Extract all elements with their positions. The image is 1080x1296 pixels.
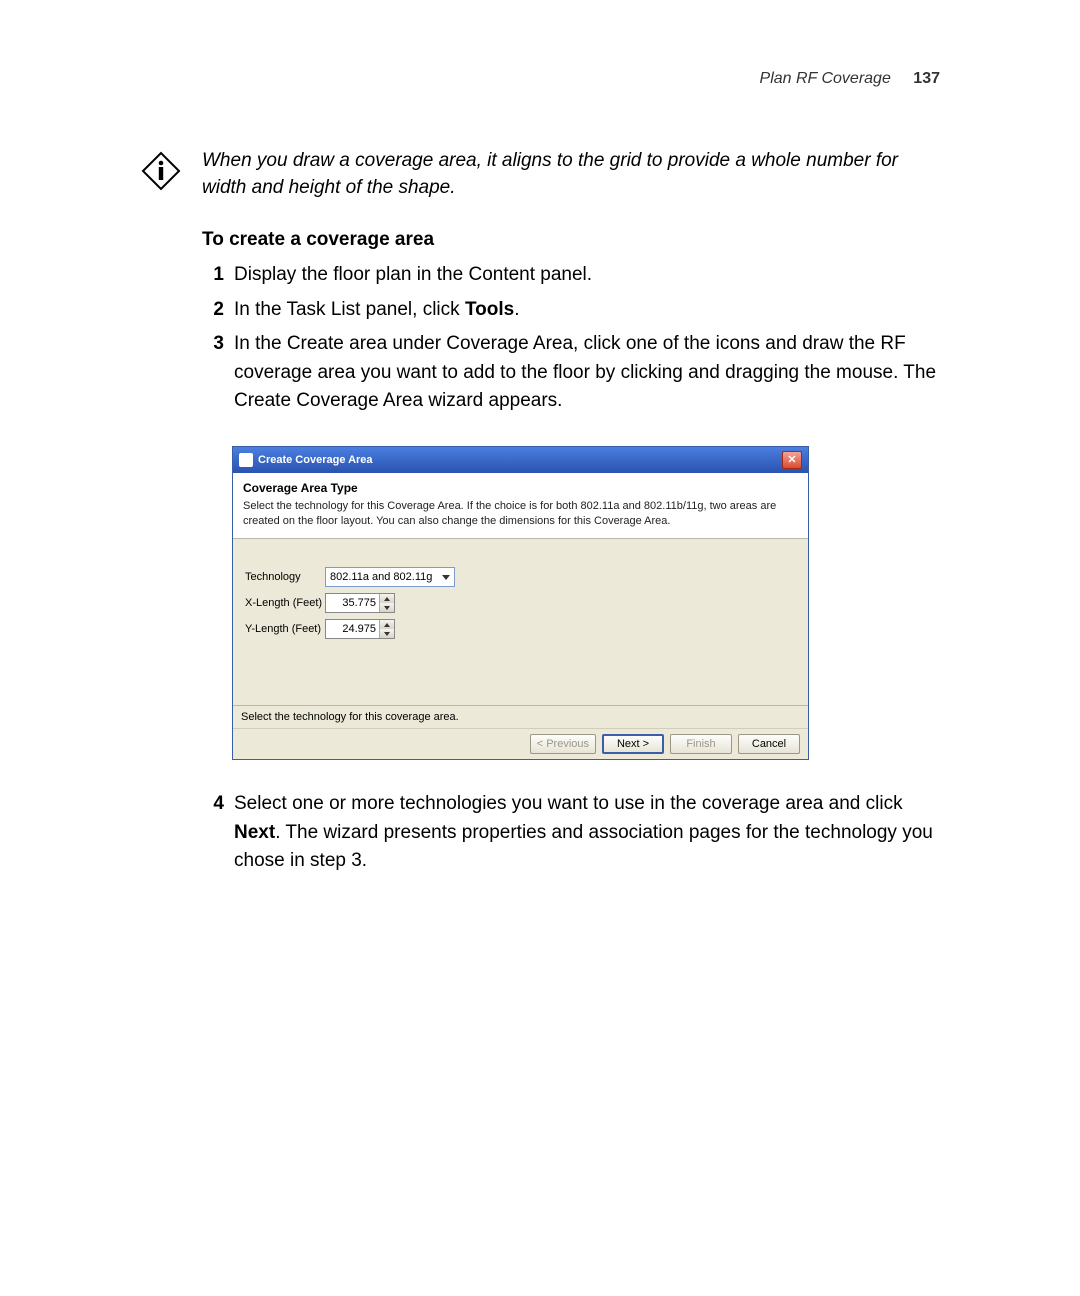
info-note-text: When you draw a coverage area, it aligns… [202, 148, 940, 201]
dialog-titlebar: Create Coverage Area ✕ [233, 447, 808, 473]
spin-down-button[interactable] [380, 629, 394, 638]
caret-down-icon [384, 632, 390, 636]
next-button[interactable]: Next > [602, 734, 664, 754]
caret-down-icon [384, 606, 390, 610]
page-number: 137 [913, 70, 940, 87]
step-body: In the Create area under Coverage Area, … [234, 330, 940, 416]
app-icon [239, 453, 253, 467]
finish-button[interactable]: Finish [670, 734, 732, 754]
step-number: 3 [202, 330, 224, 416]
xlength-label: X-Length (Feet) [245, 597, 325, 609]
step-1: 1 Display the floor plan in the Content … [202, 261, 940, 290]
dialog-body: Technology 802.11a and 802.11g X-Length … [233, 539, 808, 705]
header-title: Plan RF Coverage [760, 70, 891, 87]
close-icon: ✕ [787, 453, 796, 466]
dialog-description: Select the technology for this Coverage … [243, 499, 798, 529]
step-number: 4 [202, 790, 224, 876]
step-number: 1 [202, 261, 224, 290]
caret-up-icon [384, 623, 390, 627]
step-4: 4 Select one or more technologies you wa… [202, 790, 940, 876]
technology-combo[interactable]: 802.11a and 802.11g [325, 567, 455, 587]
ylength-input[interactable] [326, 620, 379, 638]
xlength-spinner[interactable] [325, 593, 395, 613]
step-body: Select one or more technologies you want… [234, 790, 940, 876]
step-2: 2 In the Task List panel, click Tools. [202, 296, 940, 325]
info-icon [140, 150, 188, 197]
cancel-button[interactable]: Cancel [738, 734, 800, 754]
step-body: In the Task List panel, click Tools. [234, 296, 940, 325]
dialog-header: Coverage Area Type Select the technology… [233, 473, 808, 540]
ylength-spinner[interactable] [325, 619, 395, 639]
xlength-input[interactable] [326, 594, 379, 612]
ylength-label: Y-Length (Feet) [245, 623, 325, 635]
technology-value: 802.11a and 802.11g [330, 571, 432, 583]
step-number: 2 [202, 296, 224, 325]
dialog-status: Select the technology for this coverage … [233, 705, 808, 728]
spin-up-button[interactable] [380, 594, 394, 603]
dialog-title: Create Coverage Area [258, 454, 373, 466]
close-button[interactable]: ✕ [782, 451, 802, 469]
create-coverage-dialog: Create Coverage Area ✕ Coverage Area Typ… [232, 446, 809, 761]
page-header: Plan RF Coverage 137 [140, 70, 940, 88]
previous-button[interactable]: < Previous [530, 734, 596, 754]
chevron-down-icon [442, 575, 450, 580]
technology-label: Technology [245, 571, 325, 583]
dialog-button-bar: < Previous Next > Finish Cancel [233, 728, 808, 759]
spin-up-button[interactable] [380, 620, 394, 629]
caret-up-icon [384, 597, 390, 601]
dialog-heading: Coverage Area Type [243, 481, 798, 495]
section-heading: To create a coverage area [202, 229, 940, 251]
step-3: 3 In the Create area under Coverage Area… [202, 330, 940, 416]
spin-down-button[interactable] [380, 603, 394, 612]
step-body: Display the floor plan in the Content pa… [234, 261, 940, 290]
